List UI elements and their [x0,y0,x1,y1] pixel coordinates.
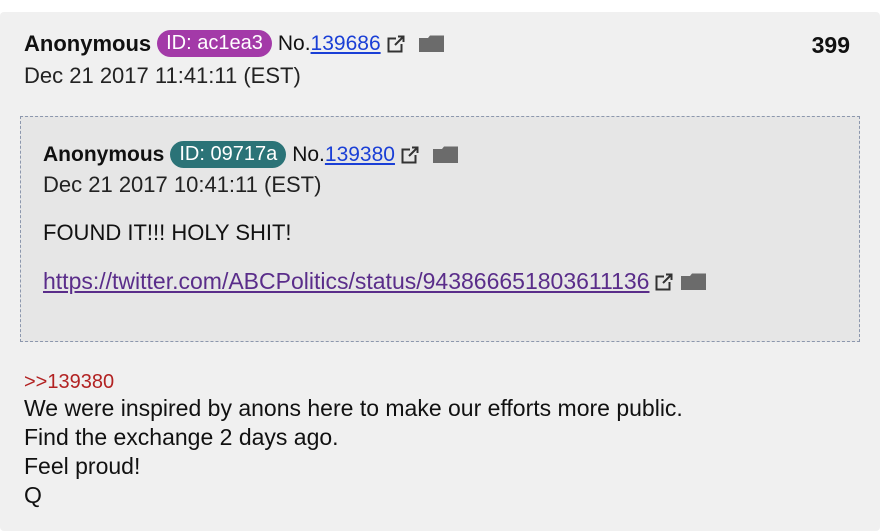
post-index: 399 [811,32,850,58]
body-line: Find the exchange 2 days ago. [24,424,339,450]
reply-quote-link[interactable]: >>139380 [24,370,683,394]
quoted-id-badge[interactable]: ID: 09717a [170,141,287,168]
quoted-author-name: Anonymous [43,142,165,166]
author-name: Anonymous [24,30,152,56]
quoted-post: Anonymous ID: 09717a No. 139380 Dec 21 2… [20,116,860,342]
folder-icon[interactable] [681,273,707,291]
signature-line: Q [24,482,42,508]
post-timestamp: Dec 21 2017 11:41:11 (EST) [24,63,301,88]
body-line: We were inspired by anons here to make o… [24,395,683,421]
quoted-timestamp: Dec 21 2017 10:41:11 (EST) [43,172,322,197]
quoted-url-link[interactable]: https://twitter.com/ABCPolitics/status/9… [43,268,649,295]
external-link-icon[interactable] [655,272,674,291]
quoted-number-link[interactable]: 139380 [325,143,395,167]
quoted-message: FOUND IT!!! HOLY SHIT! [43,220,292,245]
post-number-label: No. [277,31,311,55]
folder-icon[interactable] [432,146,459,164]
post-header: Anonymous ID: ac1ea3 No. 139686 Dec 21 2… [24,30,445,89]
body-line: Feel proud! [24,453,141,479]
post-meta-line: Anonymous ID: ac1ea3 No. 139686 [24,30,445,57]
folder-icon[interactable] [418,35,445,53]
external-link-icon[interactable] [401,145,419,164]
post-container: Anonymous ID: ac1ea3 No. 139686 Dec 21 2… [0,12,880,531]
quoted-meta-line: Anonymous ID: 09717a No. 139380 [43,141,707,168]
post-body: >>139380 We were inspired by anons here … [24,370,683,510]
external-link-icon[interactable] [387,34,405,53]
quoted-link-row: https://twitter.com/ABCPolitics/status/9… [43,268,707,295]
quoted-number-label: No. [292,142,325,166]
poster-id-badge[interactable]: ID: ac1ea3 [157,30,272,57]
post-number-link[interactable]: 139686 [311,32,381,56]
